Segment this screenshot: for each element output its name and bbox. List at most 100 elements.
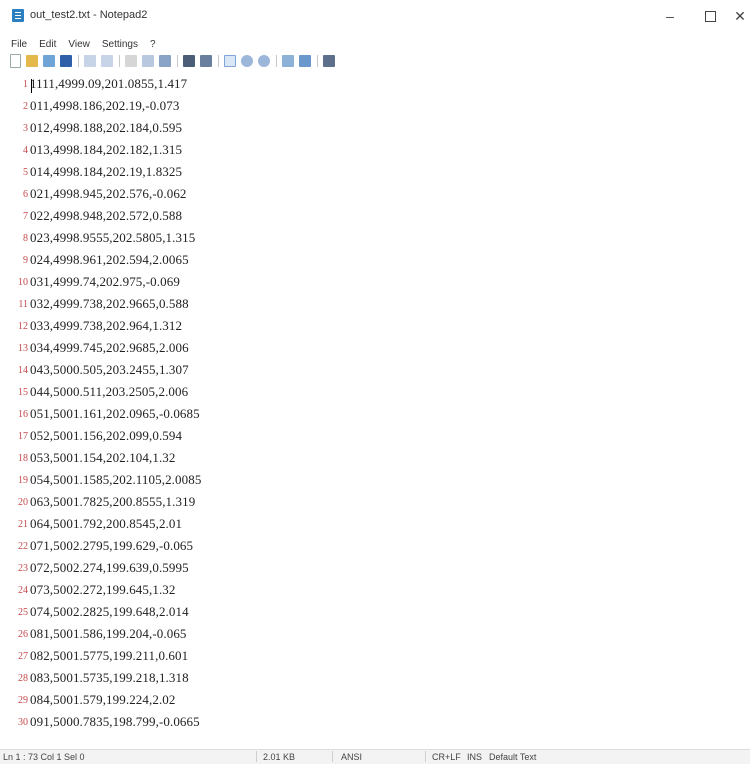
- copy-icon[interactable]: [142, 55, 154, 67]
- editor-line[interactable]: 13 034,4999.745,202.9685,2.006: [0, 338, 750, 358]
- line-text[interactable]: 033,4999.738,202.964,1.312: [30, 318, 182, 334]
- line-text[interactable]: 084,5001.579,199.224,2.02: [30, 692, 176, 708]
- line-text[interactable]: 083,5001.5735,199.218,1.318: [30, 670, 189, 686]
- line-text[interactable]: 082,5001.5775,199.211,0.601: [30, 648, 188, 664]
- status-insert-mode[interactable]: INS: [467, 752, 482, 762]
- close-button[interactable]: ✕: [720, 0, 750, 32]
- editor-line[interactable]: 25 074,5002.2825,199.648,2.014: [0, 602, 750, 622]
- editor-line[interactable]: 21 064,5001.792,200.8545,2.01: [0, 514, 750, 534]
- line-text[interactable]: 072,5002.274,199.639,0.5995: [30, 560, 189, 576]
- editor-line[interactable]: 5 014,4998.184,202.19,1.8325: [0, 162, 750, 182]
- cut-icon[interactable]: [125, 55, 137, 67]
- editor-line[interactable]: 6 021,4998.945,202.576,-0.062: [0, 184, 750, 204]
- line-text[interactable]: 032,4999.738,202.9665,0.588: [30, 296, 189, 312]
- line-text[interactable]: 044,5000.511,203.2505,2.006: [30, 384, 188, 400]
- menu-settings[interactable]: Settings: [102, 39, 138, 50]
- open-icon[interactable]: [26, 55, 38, 67]
- line-text[interactable]: 064,5001.792,200.8545,2.01: [30, 516, 182, 532]
- line-text[interactable]: 023,4998.9555,202.5805,1.315: [30, 230, 195, 246]
- line-text[interactable]: 063,5001.7825,200.8555,1.319: [30, 494, 195, 510]
- menu-view[interactable]: View: [68, 39, 90, 50]
- line-text[interactable]: 014,4998.184,202.19,1.8325: [30, 164, 182, 180]
- line-text[interactable]: 073,5002.272,199.645,1.32: [30, 582, 176, 598]
- editor-line[interactable]: 16 051,5001.161,202.0965,-0.0685: [0, 404, 750, 424]
- line-text[interactable]: 034,4999.745,202.9685,2.006: [30, 340, 189, 356]
- paste-icon[interactable]: [159, 55, 171, 67]
- toolbar-separator: [276, 55, 277, 67]
- editor-line[interactable]: 1 1111,4999.09,201.0855,1.417: [0, 74, 750, 94]
- line-text[interactable]: 022,4998.948,202.572,0.588: [30, 208, 182, 224]
- editor-line[interactable]: 18 053,5001.154,202.104,1.32: [0, 448, 750, 468]
- menu-help[interactable]: ?: [150, 39, 156, 50]
- line-text[interactable]: 024,4998.961,202.594,2.0065: [30, 252, 189, 268]
- text-editor[interactable]: 1 1111,4999.09,201.0855,1.417 2 011,4998.18…: [0, 74, 750, 738]
- line-text[interactable]: 011,4998.186,202.19,-0.073: [30, 98, 179, 114]
- browse-icon[interactable]: [43, 55, 55, 67]
- editor-line[interactable]: 22 071,5002.2795,199.629,-0.065: [0, 536, 750, 556]
- editor-line[interactable]: 4 013,4998.184,202.182,1.315: [0, 140, 750, 160]
- line-text[interactable]: 1111,4999.09,201.0855,1.417: [30, 76, 187, 92]
- editor-line[interactable]: 7 022,4998.948,202.572,0.588: [0, 206, 750, 226]
- editor-line[interactable]: 24 073,5002.272,199.645,1.32: [0, 580, 750, 600]
- editor-line[interactable]: 26 081,5001.586,199.204,-0.065: [0, 624, 750, 644]
- minimize-button[interactable]: –: [650, 0, 690, 32]
- editor-line[interactable]: 15 044,5000.511,203.2505,2.006: [0, 382, 750, 402]
- editor-line[interactable]: 20 063,5001.7825,200.8555,1.319: [0, 492, 750, 512]
- editor-line[interactable]: 29 084,5001.579,199.224,2.02: [0, 690, 750, 710]
- line-text[interactable]: 013,4998.184,202.182,1.315: [30, 142, 182, 158]
- line-number: 13: [18, 342, 28, 354]
- editor-line[interactable]: 28 083,5001.5735,199.218,1.318: [0, 668, 750, 688]
- new-icon[interactable]: [10, 54, 21, 68]
- line-text[interactable]: 012,4998.188,202.184,0.595: [30, 120, 182, 136]
- redo-icon[interactable]: [101, 55, 113, 67]
- title-bar[interactable]: out_test2.txt - Notepad2 – ✕: [0, 0, 750, 32]
- editor-line[interactable]: 17 052,5001.156,202.099,0.594: [0, 426, 750, 446]
- toolbar-separator: [218, 55, 219, 67]
- editor-line[interactable]: 9 024,4998.961,202.594,2.0065: [0, 250, 750, 270]
- editor-line[interactable]: 30 091,5000.7835,198.799,-0.0665: [0, 712, 750, 732]
- line-text[interactable]: 081,5001.586,199.204,-0.065: [30, 626, 187, 642]
- menu-edit[interactable]: Edit: [39, 39, 56, 50]
- editor-line[interactable]: 23 072,5002.274,199.639,0.5995: [0, 558, 750, 578]
- exit-icon[interactable]: [323, 55, 335, 67]
- undo-icon[interactable]: [84, 55, 96, 67]
- editor-line[interactable]: 10 031,4999.74,202.975,-0.069: [0, 272, 750, 292]
- status-scheme[interactable]: Default Text: [489, 752, 536, 762]
- editor-line[interactable]: 14 043,5000.505,203.2455,1.307: [0, 360, 750, 380]
- line-number: 24: [18, 584, 28, 596]
- line-number: 16: [18, 408, 28, 420]
- save-icon[interactable]: [60, 55, 72, 67]
- editor-line[interactable]: 2 011,4998.186,202.19,-0.073: [0, 96, 750, 116]
- zoom-out-icon[interactable]: [258, 55, 270, 67]
- line-text[interactable]: 054,5001.1585,202.1105,2.0085: [30, 472, 201, 488]
- status-divider: [256, 751, 257, 762]
- editor-line[interactable]: 27 082,5001.5775,199.211,0.601: [0, 646, 750, 666]
- find-icon[interactable]: [183, 55, 195, 67]
- menu-file[interactable]: File: [11, 39, 27, 50]
- status-encoding[interactable]: ANSI: [341, 752, 362, 762]
- line-number: 23: [18, 562, 28, 574]
- line-text[interactable]: 043,5000.505,203.2455,1.307: [30, 362, 189, 378]
- line-text[interactable]: 031,4999.74,202.975,-0.069: [30, 274, 180, 290]
- scheme-icon[interactable]: [282, 55, 294, 67]
- word-wrap-icon[interactable]: [224, 55, 236, 67]
- replace-icon[interactable]: [200, 55, 212, 67]
- line-text[interactable]: 071,5002.2795,199.629,-0.065: [30, 538, 193, 554]
- editor-line[interactable]: 8 023,4998.9555,202.5805,1.315: [0, 228, 750, 248]
- editor-line[interactable]: 11 032,4999.738,202.9665,0.588: [0, 294, 750, 314]
- text-caret: [31, 79, 32, 93]
- editor-line[interactable]: 3 012,4998.188,202.184,0.595: [0, 118, 750, 138]
- line-text[interactable]: 091,5000.7835,198.799,-0.0665: [30, 714, 200, 730]
- editor-line[interactable]: 19 054,5001.1585,202.1105,2.0085: [0, 470, 750, 490]
- line-text[interactable]: 052,5001.156,202.099,0.594: [30, 428, 182, 444]
- line-text[interactable]: 074,5002.2825,199.648,2.014: [30, 604, 189, 620]
- line-number: 30: [18, 716, 28, 728]
- toolbar-separator: [119, 55, 120, 67]
- line-text[interactable]: 051,5001.161,202.0965,-0.0685: [30, 406, 200, 422]
- line-text[interactable]: 021,4998.945,202.576,-0.062: [30, 186, 187, 202]
- scheme-config-icon[interactable]: [299, 55, 311, 67]
- zoom-in-icon[interactable]: [241, 55, 253, 67]
- line-text[interactable]: 053,5001.154,202.104,1.32: [30, 450, 176, 466]
- editor-line[interactable]: 12 033,4999.738,202.964,1.312: [0, 316, 750, 336]
- status-line-endings[interactable]: CR+LF: [432, 752, 461, 762]
